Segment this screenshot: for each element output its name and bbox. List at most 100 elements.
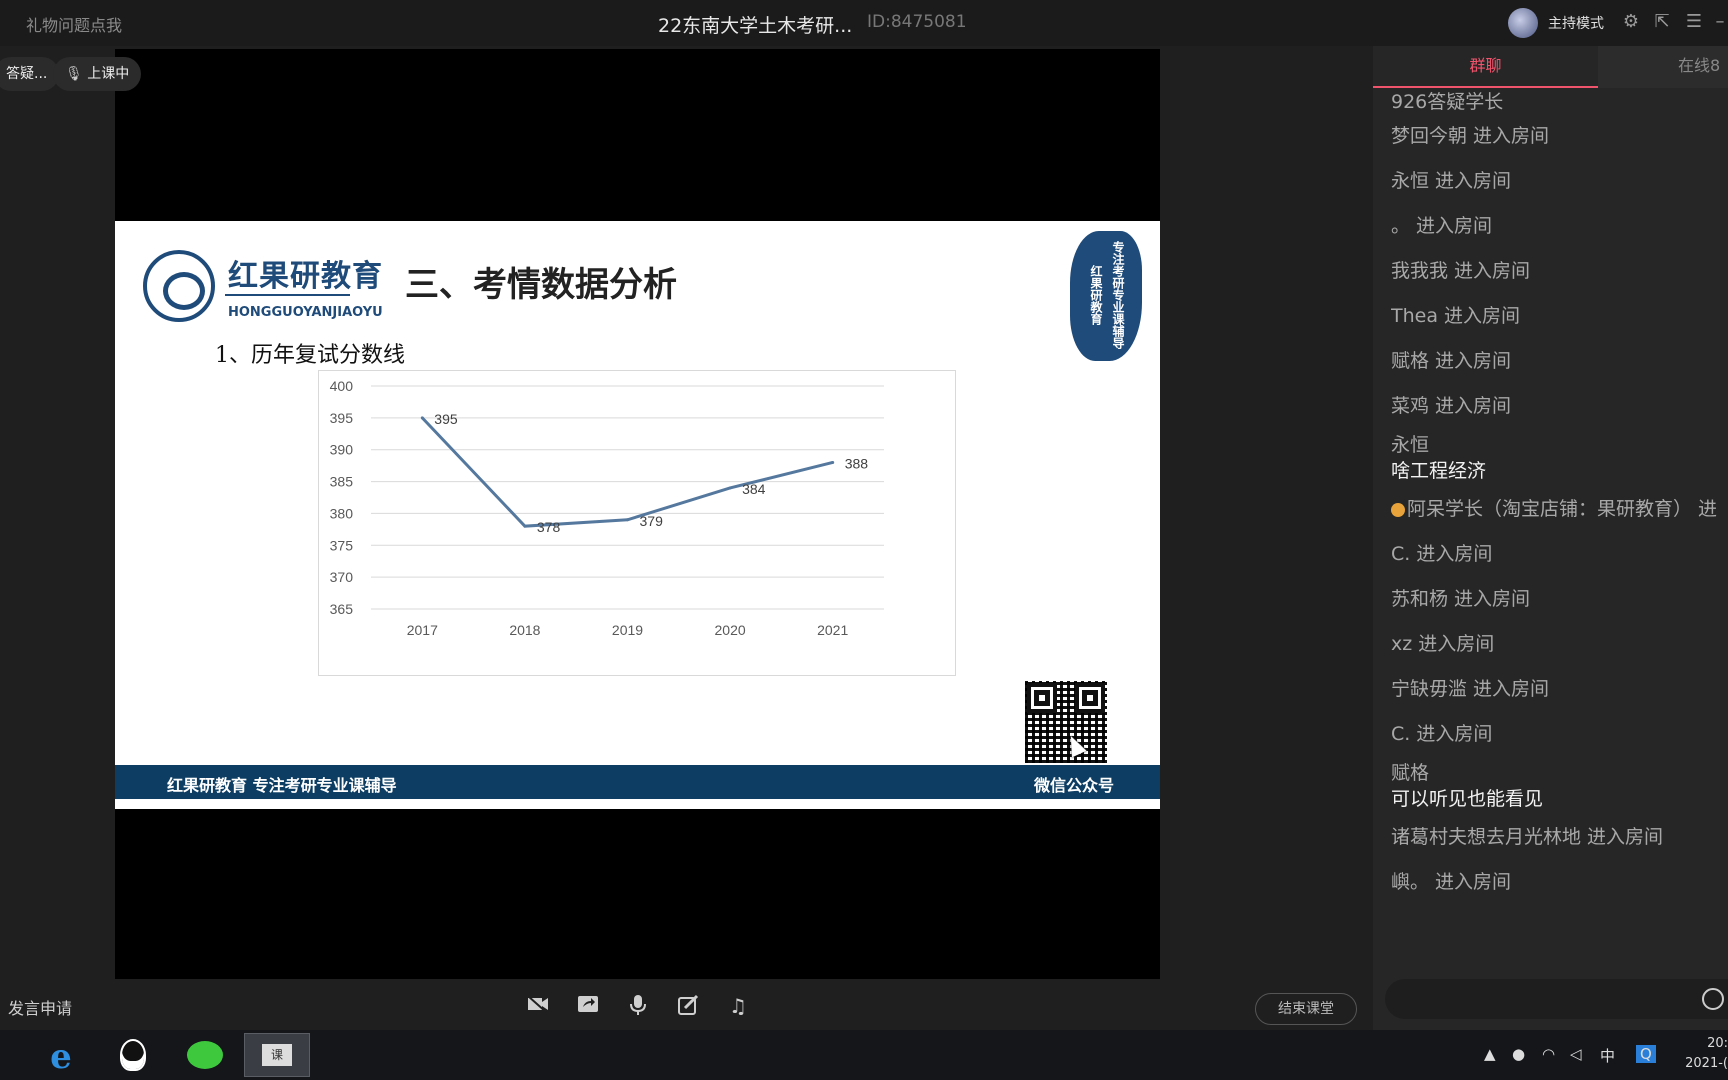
presentation-slide: 红果研教育 HONGGUOYANJIAOYU 三、考情数据分析 1、历年复试分数… bbox=[115, 221, 1160, 809]
menu-icon[interactable]: ☰ bbox=[1684, 12, 1704, 32]
minimize-icon[interactable]: – bbox=[1710, 12, 1728, 32]
status-text: 上课中 bbox=[87, 66, 130, 82]
emoji-icon[interactable] bbox=[1702, 988, 1724, 1010]
chat-message: 宁缺毋滥 进入房间 bbox=[1391, 667, 1728, 712]
live-status-pill[interactable]: 🎙 上课中 bbox=[53, 57, 142, 91]
chat-message-sender: C. 进入房间 bbox=[1391, 543, 1493, 565]
tab-online[interactable]: 在线8 bbox=[1598, 46, 1728, 88]
chat-message: Thea 进入房间 bbox=[1391, 294, 1728, 339]
chat-message: 我我我 进入房间 bbox=[1391, 249, 1728, 294]
chat-message-sender: Thea 进入房间 bbox=[1391, 305, 1521, 327]
x-tick-label: 2021 bbox=[817, 622, 848, 638]
clock-time: 20: bbox=[1707, 1036, 1728, 1051]
x-tick-label: 2020 bbox=[715, 622, 746, 638]
logo-english: HONGGUOYANJIAOYU bbox=[228, 305, 383, 320]
network-icon[interactable]: ◠ bbox=[1542, 1045, 1555, 1063]
end-class-button[interactable]: 结束课堂 bbox=[1255, 993, 1357, 1025]
y-tick-label: 400 bbox=[330, 378, 354, 394]
logo-divider bbox=[225, 294, 350, 296]
settings-icon[interactable]: ⚙ bbox=[1621, 12, 1641, 32]
chat-message-sender: 梦回今朝 进入房间 bbox=[1391, 125, 1550, 147]
wechat-taskbar-icon[interactable] bbox=[172, 1033, 238, 1077]
y-tick-label: 365 bbox=[330, 601, 354, 617]
ie-taskbar-icon[interactable]: e bbox=[28, 1033, 94, 1077]
chat-panel: 群聊 在线8 926答疑学长8.05开始梦回今朝 进入房间永恒 进入房间。 进入… bbox=[1373, 46, 1728, 1030]
windows-taskbar: e 课 ▲ ● ◠ ◁ 中 Q 20: 2021-( bbox=[0, 1030, 1728, 1080]
qq-taskbar-icon[interactable] bbox=[100, 1033, 166, 1077]
mic-icon: 🎙 bbox=[65, 66, 83, 82]
chat-message-sender: 嶼。 进入房间 bbox=[1391, 871, 1512, 893]
chat-message-sender: 我我我 进入房间 bbox=[1391, 260, 1531, 282]
host-mode-label[interactable]: 主持模式 bbox=[1548, 13, 1604, 33]
microphone-icon[interactable] bbox=[625, 994, 651, 1018]
chat-message-sender: 苏和杨 进入房间 bbox=[1391, 588, 1531, 610]
ime-indicator[interactable]: 中 bbox=[1600, 1045, 1615, 1066]
chat-message: C. 进入房间 bbox=[1391, 712, 1728, 757]
qa-pill[interactable]: 答疑... bbox=[0, 57, 60, 91]
classroom-taskbar-icon[interactable]: 课 bbox=[244, 1033, 310, 1077]
popout-icon[interactable]: ⇱ bbox=[1652, 12, 1672, 32]
logo-text: 红果研教育 bbox=[228, 259, 383, 294]
chat-message-sender: 赋格 进入房间 bbox=[1391, 350, 1512, 372]
chat-message-sender: 诸葛村夫想去月光林地 进入房间 bbox=[1391, 826, 1664, 848]
chat-message-sender: 赋格 bbox=[1391, 762, 1430, 784]
system-clock[interactable]: 20: 2021-( bbox=[1670, 1034, 1728, 1074]
x-tick-label: 2017 bbox=[407, 622, 438, 638]
speak-request-button[interactable]: 发言申请 bbox=[8, 995, 72, 1019]
stamp-text-col1: 专注考研专业课辅导 bbox=[1111, 241, 1125, 349]
control-bar: 发言申请 ♫ 结束课堂 bbox=[0, 982, 1372, 1030]
data-point bbox=[831, 460, 835, 464]
slide-title: 三、考情数据分析 bbox=[405, 265, 677, 305]
y-tick-label: 395 bbox=[330, 410, 354, 426]
tray-expand-icon[interactable]: ▲ bbox=[1484, 1045, 1496, 1063]
chat-message-sender: xz 进入房间 bbox=[1391, 633, 1495, 655]
data-point bbox=[728, 486, 732, 490]
classroom-app: 礼物问题点我 22东南大学土木考研... ID:8475081 主持模式 ⚙ ⇱… bbox=[0, 0, 1728, 1080]
stamp-text-col2: 红果研教育 bbox=[1089, 265, 1103, 325]
data-label: 388 bbox=[845, 455, 869, 471]
data-point bbox=[626, 518, 629, 522]
series-line bbox=[421, 416, 834, 528]
data-label: 395 bbox=[434, 411, 458, 427]
chat-message: 诸葛村夫想去月光林地 进入房间 bbox=[1391, 815, 1728, 860]
chat-message: 926答疑学长8.05开始 bbox=[1391, 88, 1728, 114]
chat-message-list[interactable]: 926答疑学长8.05开始梦回今朝 进入房间永恒 进入房间。 进入房间我我我 进… bbox=[1391, 88, 1728, 988]
footer-slogan: 红果研教育 专注考研专业课辅导 bbox=[167, 776, 397, 795]
brand-stamp: 专注考研专业课辅导 红果研教育 bbox=[1070, 231, 1142, 361]
x-tick-label: 2018 bbox=[509, 622, 540, 638]
chat-message-sender: C. 进入房间 bbox=[1391, 723, 1493, 745]
chat-message: 赋格 进入房间 bbox=[1391, 339, 1728, 384]
tab-group-chat[interactable]: 群聊 bbox=[1373, 46, 1598, 88]
chat-message: 嶼。 进入房间 bbox=[1391, 860, 1728, 905]
data-point bbox=[420, 416, 424, 420]
y-tick-label: 385 bbox=[330, 474, 354, 490]
tray-qq-icon[interactable]: ● bbox=[1512, 1045, 1525, 1063]
chart-svg: 400 395 390 385 380 375 370 365 2017 2018 2019 2020… bbox=[330, 378, 884, 638]
chat-message-sender: 菜鸡 进入房间 bbox=[1391, 395, 1512, 417]
clock-date: 2021-( bbox=[1685, 1056, 1728, 1071]
music-icon[interactable]: ♫ bbox=[725, 994, 751, 1018]
volume-icon[interactable]: ◁ bbox=[1570, 1045, 1582, 1063]
user-badge-icon bbox=[1391, 502, 1405, 517]
chat-message-sender: 阿呆学长（淘宝店铺：果研教育） 进 bbox=[1407, 498, 1718, 520]
y-tick-label: 370 bbox=[330, 569, 354, 585]
top-bar: 礼物问题点我 22东南大学土木考研... ID:8475081 主持模式 ⚙ ⇱… bbox=[0, 0, 1728, 46]
chat-message-body: 啥工程经济 bbox=[1391, 460, 1487, 482]
chat-message-sender: 926答疑学长 bbox=[1391, 91, 1504, 113]
data-point bbox=[523, 524, 527, 528]
whiteboard-edit-icon[interactable] bbox=[675, 994, 701, 1018]
room-id: ID:8475081 bbox=[867, 12, 967, 32]
chat-message: 菜鸡 进入房间 bbox=[1391, 384, 1728, 429]
gift-issue-link[interactable]: 礼物问题点我 bbox=[26, 12, 122, 36]
tray-app-icon[interactable]: Q bbox=[1636, 1045, 1656, 1063]
share-screen-icon[interactable] bbox=[575, 994, 601, 1018]
score-line-chart: 400 395 390 385 380 375 370 365 2017 2018 2019 2020… bbox=[318, 370, 956, 676]
panel-tabs: 群聊 在线8 bbox=[1373, 46, 1728, 88]
video-stage: 红果研教育 HONGGUOYANJIAOYU 三、考情数据分析 1、历年复试分数… bbox=[115, 49, 1160, 979]
chat-input[interactable] bbox=[1385, 979, 1728, 1019]
chat-message: xz 进入房间 bbox=[1391, 622, 1728, 667]
avatar[interactable] bbox=[1508, 8, 1538, 38]
camera-off-icon[interactable] bbox=[525, 994, 551, 1018]
chat-message: C. 进入房间 bbox=[1391, 532, 1728, 577]
chat-message: 阿呆学长（淘宝店铺：果研教育） 进 bbox=[1391, 487, 1728, 532]
